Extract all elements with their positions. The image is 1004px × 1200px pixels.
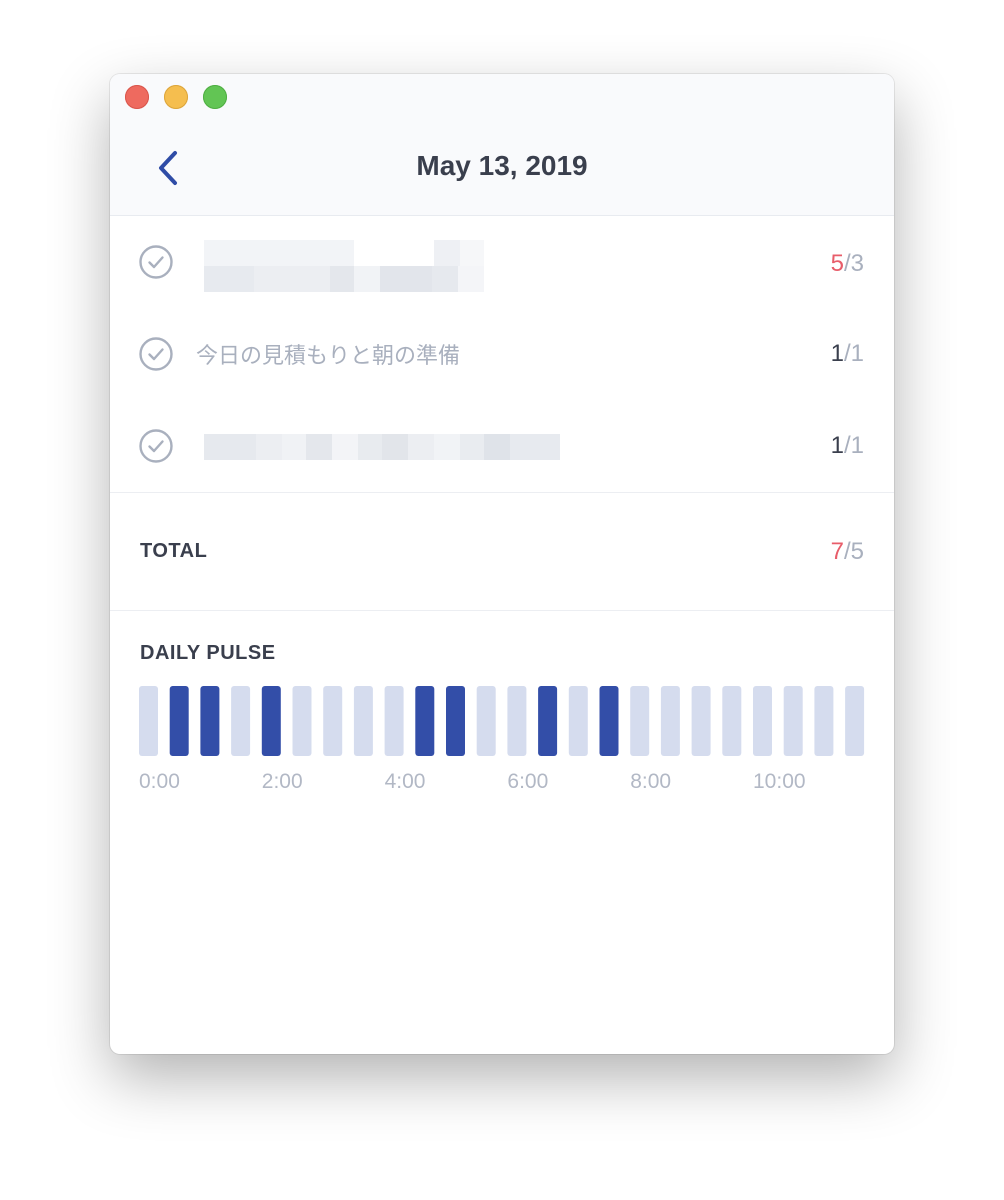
pulse-bar-active [446,686,465,756]
pulse-bar [630,686,650,756]
task-done-count: 5 [830,250,844,277]
daily-pulse-title: DAILY PULSE [140,642,276,664]
task-done-count: 1 [830,432,844,459]
total-done-count: 7 [830,538,844,565]
task-goal-count: 1 [850,340,864,367]
header-bar: May 13, 2019 [110,74,894,216]
pulse-bar [507,686,527,756]
task-label: 今日の見積もりと朝の準備 [196,343,461,368]
zoom-window-button[interactable] [203,85,227,109]
pulse-bar [139,686,158,756]
total-goal-count: 5 [850,538,864,565]
pulse-bar [783,686,803,756]
task-count: 1/1 [830,340,864,367]
task-row[interactable]: 今日の見積もりと朝の準備 1/1 [110,308,894,400]
pulse-bar [384,686,404,756]
redacted-task-label [204,240,484,292]
pulse-tick-label: 8:00 [630,770,671,793]
pulse-bar-active [200,686,220,756]
task-done-count: 1 [830,340,844,367]
task-row[interactable]: 5/3 [110,216,894,308]
task-goal-count: 1 [850,432,864,459]
pulse-tick-label: 6:00 [507,770,548,793]
pulse-bar-active [415,686,435,756]
pulse-bar [722,686,742,756]
pulse-bar [814,686,834,756]
total-label: TOTAL [140,540,208,562]
check-circle-icon [139,337,173,371]
check-circle-icon [139,245,173,279]
close-window-button[interactable] [125,85,149,109]
task-count: 5/3 [830,250,864,277]
pulse-bar [292,686,312,756]
pulse-tick-label: 2:00 [262,770,303,793]
pulse-tick-label: 10:00 [753,770,806,793]
daily-pulse-chart: 0:00 2:00 4:00 6:00 8:00 10:00 [139,686,865,793]
redacted-task-label [204,434,560,460]
task-row[interactable]: 1/1 [110,400,894,492]
task-count: 1/1 [830,432,864,459]
pulse-bar-active [261,686,281,756]
pulse-bar-active [169,686,189,756]
pulse-bar [231,686,251,756]
pulse-bar [323,686,343,756]
pulse-tick-label: 0:00 [139,770,180,793]
total-count: 7/5 [830,538,864,565]
task-goal-count: 3 [850,250,864,277]
pulse-tick-label: 4:00 [385,770,426,793]
pulse-bar [476,686,496,756]
pulse-bar [845,686,865,756]
check-circle-icon [139,429,173,463]
minimize-window-button[interactable] [164,85,188,109]
pulse-bar [353,686,373,756]
pulse-bar [753,686,772,756]
app-window: May 13, 2019 5/3 今日の見積もりと朝の準備 1/1 1/1 TO… [110,74,894,1054]
pulse-bar [691,686,711,756]
pulse-bar [660,686,680,756]
divider [110,492,894,493]
page-title: May 13, 2019 [416,150,588,181]
divider [110,610,894,611]
pulse-bar-active [599,686,619,756]
pulse-bar [568,686,588,756]
pulse-bar-active [538,686,558,756]
